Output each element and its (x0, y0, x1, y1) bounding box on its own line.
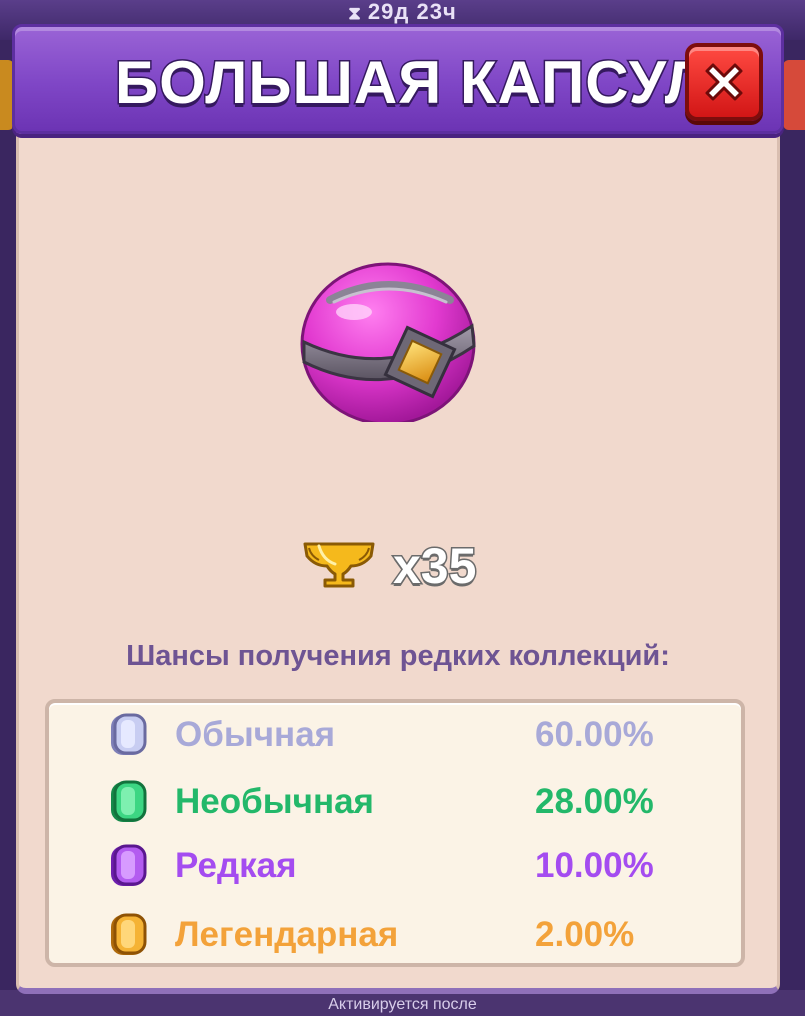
gem-rare-icon (111, 844, 147, 886)
chances-heading: Шансы получения редких коллекций: (126, 640, 670, 672)
capsule-icon (300, 262, 476, 422)
hourglass-icon: ⧗ (348, 3, 362, 23)
rarity-name: Легендарная (175, 915, 399, 954)
rarity-row-legendary: Легендарная 2.00% (49, 905, 741, 965)
rarity-name: Необычная (175, 782, 374, 821)
capsule-info-modal: БОЛЬШАЯ КАПСУЛА x35 Шансы получения редк… (12, 24, 784, 994)
gem-uncommon-icon (111, 780, 147, 822)
background-bottom-text: Активируется после (328, 996, 477, 1013)
modal-title: БОЛЬШАЯ КАПСУЛА (114, 48, 753, 118)
rarity-row-uncommon: Необычная 28.00% (49, 772, 741, 832)
reward-count: x35 (391, 537, 477, 596)
rarity-row-rare: Редкая 10.00% (49, 836, 741, 896)
rarity-chance: 2.00% (535, 915, 635, 954)
rarity-chance: 10.00% (535, 846, 654, 885)
close-button[interactable] (685, 43, 763, 121)
gem-legendary-icon (111, 913, 147, 955)
rarity-row-common: Обычная 60.00% (49, 705, 741, 765)
rarity-name: Обычная (175, 715, 336, 754)
rarity-table: Обычная 60.00% Необычная 28.00% Редкая 1… (45, 699, 745, 967)
background-side-button-right (783, 60, 805, 130)
close-x-icon (705, 63, 743, 101)
rarity-chance: 60.00% (535, 715, 654, 754)
event-timer: ⧗ 29д 23ч (0, 0, 805, 26)
reward-row: x35 (301, 536, 521, 596)
modal-header: БОЛЬШАЯ КАПСУЛА (12, 24, 784, 134)
gem-common-icon (111, 713, 147, 755)
rarity-chance: 28.00% (535, 782, 654, 821)
rarity-name: Редкая (175, 846, 297, 885)
trophy-icon (303, 542, 375, 588)
event-timer-text: 29д 23ч (367, 0, 457, 24)
